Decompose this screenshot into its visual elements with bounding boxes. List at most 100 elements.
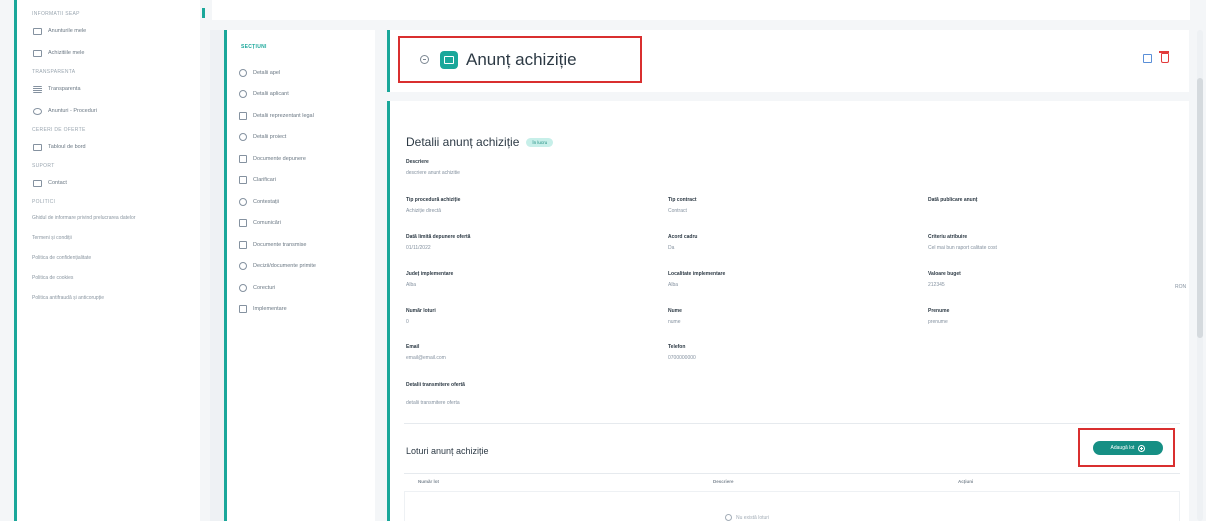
header-highlight: Anunț achiziție <box>398 36 642 83</box>
field-nume: Nume nume <box>668 308 682 325</box>
warning-icon <box>239 197 247 206</box>
field-label: Număr loturi <box>406 308 436 314</box>
sections-title: SECȚIUNI <box>241 44 267 50</box>
section-item-contestatii[interactable]: Contestații <box>227 191 375 213</box>
sidebar-item-contact[interactable]: Contact <box>17 172 200 194</box>
sidebar-item-tabloul-de-bord[interactable]: Tabloul de bord <box>17 136 200 158</box>
mail-icon <box>33 179 42 187</box>
field-label: Telefon <box>668 344 686 350</box>
section-item-detalii-aplicant[interactable]: Detalii aplicant <box>227 84 375 106</box>
field-email: Email email@email.com <box>406 344 446 361</box>
legal-link[interactable]: Politica antifraudă și anticorupție <box>17 288 200 308</box>
field-localitate: Localitate implementare Alba <box>668 271 725 288</box>
document-send-icon <box>239 240 247 249</box>
top-bar <box>212 0 1190 20</box>
calendar-icon <box>239 305 247 314</box>
section-item-comunicari[interactable]: Comunicări <box>227 213 375 235</box>
legal-link[interactable]: Politica de cookies <box>17 268 200 288</box>
field-value: 0700000000 <box>668 355 696 361</box>
add-lot-button[interactable]: Adaugă lot <box>1093 441 1163 455</box>
sidebar-item-label: Anunturile mele <box>48 28 87 34</box>
add-lot-label: Adaugă lot <box>1110 445 1135 451</box>
megaphone-icon <box>33 107 42 115</box>
column-header: Număr lot <box>418 479 440 484</box>
sidebar-heading: POLITICI <box>32 199 56 205</box>
section-item-decizii-documente[interactable]: Decizii/documente primite <box>227 256 375 278</box>
clipboard-icon <box>239 176 247 185</box>
scrollbar[interactable] <box>1197 30 1203 521</box>
field-label: Prenume <box>928 308 950 314</box>
trash-icon[interactable] <box>1159 51 1169 63</box>
document-icon <box>239 154 247 163</box>
sidebar-heading: CERERI DE OFERTE <box>32 127 86 133</box>
field-tip-contract: Tip contract Contract <box>668 197 697 214</box>
sidebar-item-transparenta[interactable]: Transparenta <box>17 78 200 100</box>
details-title-row: Detalii anunț achiziție În lucru <box>406 135 554 149</box>
sidebar-item-label: Achizitiile mele <box>48 50 85 56</box>
section-item-label: Detalii reprezentant legal <box>253 112 314 119</box>
field-acord-cadru: Acord cadru Da <box>668 234 697 251</box>
section-item-label: Decizii/documente primite <box>253 263 316 270</box>
file-icon <box>33 49 42 57</box>
section-item-documente-transmise[interactable]: Documente transmise <box>227 234 375 256</box>
sidebar-heading: SUPORT <box>32 163 55 169</box>
section-item-corecturi[interactable]: Corecturi <box>227 277 375 299</box>
field-label: Email <box>406 344 420 350</box>
legal-link[interactable]: Ghidul de informare privind prelucrarea … <box>17 208 200 228</box>
section-item-label: Documente transmise <box>253 241 307 248</box>
field-valoare-buget: Valoare buget 212345 <box>928 271 961 288</box>
field-judet: Județ implementare Alba <box>406 271 453 288</box>
field-data-publicare: Dată publicare anunț <box>928 197 977 208</box>
field-label: Nume <box>668 308 682 314</box>
sidebar-item-label: Tabloul de bord <box>48 144 86 150</box>
field-prenume: Prenume prenume <box>928 308 949 325</box>
add-lot-highlight: Adaugă lot <box>1078 428 1175 467</box>
status-badge: În lucru <box>526 137 554 147</box>
divider <box>202 8 205 18</box>
section-item-detalii-apel[interactable]: Detalii apel <box>227 62 375 84</box>
divider <box>404 423 1180 424</box>
section-item-label: Clarificari <box>253 177 276 184</box>
section-item-implementare[interactable]: Implementare <box>227 299 375 321</box>
sidebar-item-anunturile-mele[interactable]: Anunturile mele <box>17 20 200 42</box>
section-item-label: Detalii proiect <box>253 134 287 141</box>
section-item-label: Detalii aplicant <box>253 91 289 98</box>
section-item-label: Comunicări <box>253 220 281 227</box>
field-value: 0 <box>406 319 409 325</box>
scrollbar-thumb[interactable] <box>1197 78 1203 338</box>
field-value: email@email.com <box>406 355 446 361</box>
field-data-limita: Dată limită depunere ofertă 01/11/2022 <box>406 234 470 251</box>
document-receive-icon <box>239 262 247 271</box>
sidebar-item-achizitiile-mele[interactable]: Achizitiile mele <box>17 42 200 64</box>
section-item-documente-depunere[interactable]: Documente depunere <box>227 148 375 170</box>
page-title: Anunț achiziție <box>466 49 577 69</box>
field-label: Dată limită depunere ofertă <box>406 234 471 240</box>
legal-link[interactable]: Politica de confidențialitate <box>17 248 200 268</box>
section-item-label: Corecturi <box>253 284 276 291</box>
section-item-clarificari[interactable]: Clarificari <box>227 170 375 192</box>
column-header: Acțiuni <box>958 479 974 484</box>
field-label: Criteriu atribuire <box>928 234 968 240</box>
field-criteriu-atribuire: Criteriu atribuire Cel mai bun raport cal… <box>928 234 997 251</box>
section-item-detalii-proiect[interactable]: Detalii proiect <box>227 127 375 149</box>
details-title: Detalii anunț achiziție <box>406 135 520 149</box>
section-item-label: Documente depunere <box>253 155 306 162</box>
field-label: Acord cadru <box>668 234 698 240</box>
info-icon <box>725 514 732 521</box>
field-descriere: Descriere descriere anunt achizitie <box>406 159 460 176</box>
field-label: Valoare buget <box>928 271 961 277</box>
field-label: Dată publicare anunț <box>928 197 978 203</box>
edit-icon[interactable] <box>1143 54 1152 63</box>
section-item-detalii-reprezentant[interactable]: Detalii reprezentant legal <box>227 105 375 127</box>
field-value: 01/11/2022 <box>406 245 431 251</box>
empty-text: Nu există loturi <box>736 514 770 521</box>
dashboard-icon <box>33 143 42 151</box>
field-value: Cel mai bun raport calitate cost <box>928 245 997 251</box>
sidebar-item-anunturi-proceduri[interactable]: Anunturi - Proceduri <box>17 100 200 122</box>
field-label: Descriere <box>406 159 429 165</box>
currency-label: RON <box>1175 284 1187 290</box>
legal-link[interactable]: Termeni și condiții <box>17 228 200 248</box>
field-numar-loturi: Număr loturi 0 <box>406 308 436 325</box>
back-circle-icon[interactable] <box>420 55 429 64</box>
info-icon <box>239 68 247 77</box>
